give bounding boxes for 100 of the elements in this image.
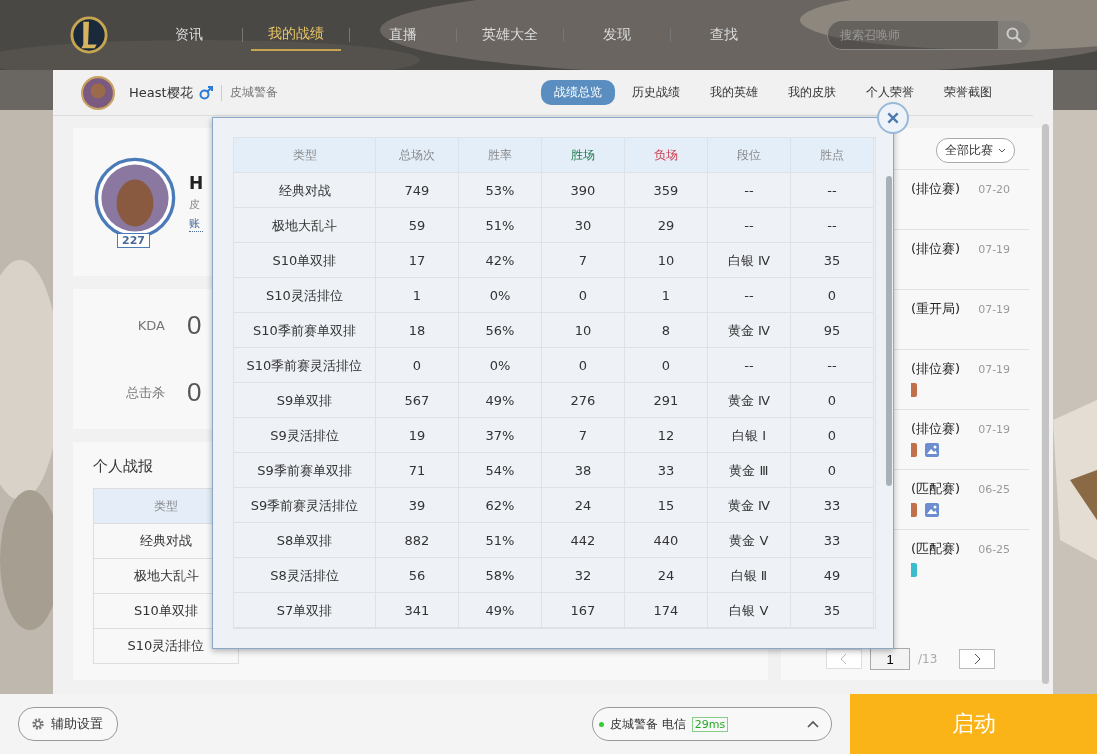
table-cell: 53% xyxy=(459,173,542,208)
table-cell: S9灵活排位 xyxy=(234,418,376,453)
scrollbar[interactable] xyxy=(1042,124,1049,684)
table-cell: 黄金 Ⅳ xyxy=(708,383,791,418)
table-cell: 0 xyxy=(542,278,625,313)
server-name: 皮城警备 电信 xyxy=(610,715,686,733)
table-cell: 0 xyxy=(791,453,874,488)
column-header: 类型 xyxy=(234,138,376,173)
filter-dropdown[interactable]: 全部比赛 xyxy=(936,138,1015,163)
server-text: 皮 xyxy=(189,196,201,212)
table-cell: -- xyxy=(791,173,874,208)
image-icon[interactable] xyxy=(925,443,939,457)
table-cell: 0 xyxy=(791,383,874,418)
settings-button[interactable]: 辅助设置 xyxy=(18,707,118,741)
settings-icon xyxy=(31,717,45,731)
close-icon xyxy=(886,111,900,125)
scrollbar[interactable] xyxy=(886,176,892,486)
stat-value: 0 xyxy=(187,310,202,341)
table-cell: -- xyxy=(708,208,791,243)
table-cell: 442 xyxy=(542,523,625,558)
table-cell: 极地大乱斗 xyxy=(234,208,376,243)
table-cell: 12 xyxy=(625,418,708,453)
table-cell: 33 xyxy=(791,488,874,523)
tab[interactable]: 个人荣誉 xyxy=(853,80,927,105)
table-cell: 71 xyxy=(376,453,459,488)
table-cell: 10 xyxy=(625,243,708,278)
table-cell: 32 xyxy=(542,558,625,593)
table-cell: 7 xyxy=(542,243,625,278)
server-selector[interactable]: 皮城警备 电信 29ms xyxy=(592,707,832,741)
table-cell: 白银 Ⅳ xyxy=(708,243,791,278)
table-cell: 174 xyxy=(625,593,708,628)
column-header: 胜场 xyxy=(542,138,625,173)
column-header: 胜率 xyxy=(459,138,542,173)
table-cell: 54% xyxy=(459,453,542,488)
table-cell: 15 xyxy=(625,488,708,523)
table-cell: S10季前赛灵活排位 xyxy=(234,348,376,383)
column-header: 段位 xyxy=(708,138,791,173)
stat-label: 总击杀 xyxy=(125,383,165,402)
table-cell: 黄金 Ⅳ xyxy=(708,488,791,523)
ping-badge: 29ms xyxy=(691,716,729,732)
table-cell: 24 xyxy=(625,558,708,593)
table-cell: 白银 Ⅰ xyxy=(708,418,791,453)
table-cell: 黄金 Ⅲ xyxy=(708,453,791,488)
table-cell: -- xyxy=(708,348,791,383)
table-cell: 167 xyxy=(542,593,625,628)
table-cell: 0 xyxy=(791,278,874,313)
table-cell: 51% xyxy=(459,523,542,558)
match-date: 06-25 xyxy=(978,542,1011,556)
match-date: 07-19 xyxy=(978,302,1011,316)
image-icon[interactable] xyxy=(925,503,939,517)
match-mode: (匹配赛) xyxy=(911,480,961,498)
match-mode: (排位赛) xyxy=(911,180,961,198)
table-cell: 341 xyxy=(376,593,459,628)
table-cell: 749 xyxy=(376,173,459,208)
match-date: 06-25 xyxy=(978,482,1011,496)
table-cell: -- xyxy=(791,348,874,383)
tab[interactable]: 我的英雄 xyxy=(697,80,771,105)
table-cell: -- xyxy=(708,278,791,313)
table-cell: 882 xyxy=(376,523,459,558)
table-cell: 390 xyxy=(542,173,625,208)
table-cell: 33 xyxy=(791,523,874,558)
table-cell: 19 xyxy=(376,418,459,453)
page-field[interactable]: 1 xyxy=(870,648,910,670)
table-cell: 17 xyxy=(376,243,459,278)
table-cell: 276 xyxy=(542,383,625,418)
chevron-up-icon xyxy=(807,720,819,728)
match-mode: (匹配赛) xyxy=(911,540,961,558)
column-header: 胜点 xyxy=(791,138,874,173)
table-cell: 黄金 Ⅳ xyxy=(708,313,791,348)
table-cell: 黄金 Ⅴ xyxy=(708,523,791,558)
match-mode: (排位赛) xyxy=(911,360,961,378)
match-mode: (排位赛) xyxy=(911,240,961,258)
server-name: 皮城警备 xyxy=(229,84,278,101)
account-link[interactable]: 账 xyxy=(189,215,204,232)
caret-icon xyxy=(998,147,1006,154)
table-cell: 95 xyxy=(791,313,874,348)
player-name: H xyxy=(189,172,204,193)
table-cell: -- xyxy=(791,208,874,243)
table-cell: 567 xyxy=(376,383,459,418)
status-dot xyxy=(599,721,604,727)
table-cell: S9季前赛灵活排位 xyxy=(234,488,376,523)
table-cell: 0 xyxy=(625,348,708,383)
match-date: 07-19 xyxy=(978,242,1011,256)
table-cell: 291 xyxy=(625,383,708,418)
avatar xyxy=(81,75,115,110)
next-page-button[interactable] xyxy=(959,649,996,669)
table-cell: 59 xyxy=(376,208,459,243)
tab[interactable]: 历史战绩 xyxy=(619,80,693,105)
table-cell: S10单双排 xyxy=(234,243,376,278)
table-cell: 7 xyxy=(542,418,625,453)
previous-page-button[interactable] xyxy=(826,649,862,669)
table-cell: 30 xyxy=(542,208,625,243)
table-cell: 49% xyxy=(459,593,542,628)
table-cell: 0% xyxy=(459,278,542,313)
tab[interactable]: 荣誉截图 xyxy=(931,80,1005,105)
chevron-right-icon xyxy=(973,653,982,665)
table-cell: -- xyxy=(708,173,791,208)
tab[interactable]: 我的皮肤 xyxy=(775,80,849,105)
table-cell: 51% xyxy=(459,208,542,243)
column-header: 总场次 xyxy=(376,138,459,173)
